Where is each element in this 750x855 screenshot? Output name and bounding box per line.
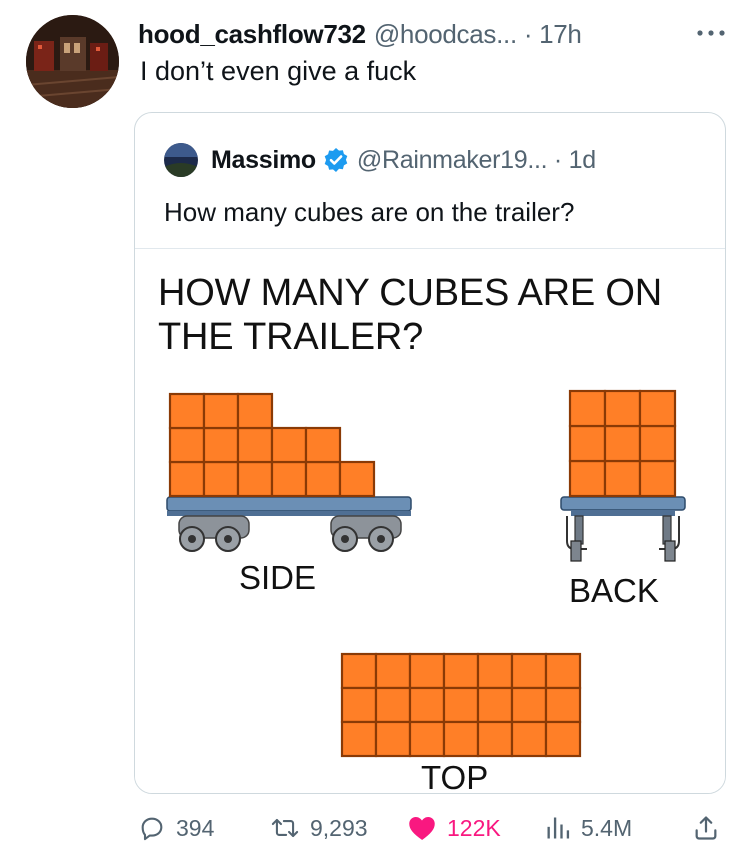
views-chart-icon [547,817,570,839]
back-cube [638,424,677,463]
more-options-icon[interactable] [692,22,730,44]
side-cube [168,426,206,464]
top-cube [510,686,548,724]
heart-icon [409,817,435,840]
reply-button[interactable]: 394 [138,808,214,848]
top-cube [544,686,582,724]
top-cube [476,652,514,690]
side-cube [304,460,342,498]
top-cube [408,686,446,724]
back-cube [638,459,677,498]
author-display-name[interactable]: hood_cashflow732 [138,19,366,50]
top-cube [374,652,412,690]
top-cube [340,686,378,724]
back-view-cubes [568,389,677,498]
top-cube [544,652,582,690]
side-cube [202,392,240,430]
top-cube [340,652,378,690]
top-cube [544,720,582,758]
back-cube [568,424,607,463]
quoted-tweet-header: Massimo @Rainmaker19... · 1d [211,141,596,179]
reply-count: 394 [176,814,215,841]
top-cube [408,652,446,690]
side-view-cubes [168,392,376,498]
quoted-author-display-name: Massimo [211,145,316,174]
author-handle-time[interactable]: @hoodcas... · 17h [374,19,582,50]
back-cube [568,389,607,428]
top-cube [340,720,378,758]
reply-icon [141,817,163,841]
side-cube [304,426,342,464]
side-cube [236,392,274,430]
back-cube [568,459,607,498]
top-view-cubes [340,652,582,758]
repost-button[interactable]: 9,293 [270,808,368,848]
top-cube [374,720,412,758]
like-count: 122K [447,814,501,841]
top-label: TOP [421,759,489,794]
views-count: 5.4M [581,814,633,841]
back-trailer [560,496,686,562]
side-cube [270,426,308,464]
quoted-author-avatar [164,143,198,177]
side-cube [236,460,274,498]
back-cube [603,389,642,428]
quoted-tweet-card[interactable]: Massimo @Rainmaker19... · 1d How many cu… [134,112,726,794]
top-cube [442,686,480,724]
repost-icon [271,818,299,838]
author-avatar[interactable] [26,15,119,108]
top-cube [510,652,548,690]
tweet-header: hood_cashflow732 @hoodcas... · 17h [138,16,582,52]
side-cube [168,392,206,430]
back-cube [603,459,642,498]
top-cube [442,720,480,758]
views-button[interactable]: 5.4M [545,808,632,848]
back-cube [603,424,642,463]
side-cube [202,426,240,464]
quoted-tweet-image[interactable]: HOW MANY CUBES ARE ON THE TRAILER? SIDE … [135,249,725,793]
side-cube [168,460,206,498]
top-cube [510,720,548,758]
top-cube [374,686,412,724]
quoted-tweet-text: How many cubes are on the trailer? [164,197,575,227]
share-button[interactable] [693,808,729,848]
trailer-diagram [166,389,686,758]
side-cube [236,426,274,464]
top-cube [442,652,480,690]
back-cube [638,389,677,428]
side-cube [270,460,308,498]
share-icon [695,816,717,840]
verified-badge-icon [324,148,348,172]
side-label: SIDE [239,559,317,596]
side-cube [338,460,376,498]
tweet-action-bar: 394 9,293 122K 5.4M [0,808,750,848]
side-trailer [166,496,412,552]
quoted-author-handle-time: @Rainmaker19... · 1d [356,145,596,174]
like-button[interactable]: 122K [407,808,501,848]
top-cube [408,720,446,758]
tweet-text: I don’t even give a fuck [140,56,417,86]
top-cube [476,720,514,758]
side-cube [202,460,240,498]
back-label: BACK [569,572,659,609]
repost-count: 9,293 [310,814,368,841]
top-cube [476,686,514,724]
